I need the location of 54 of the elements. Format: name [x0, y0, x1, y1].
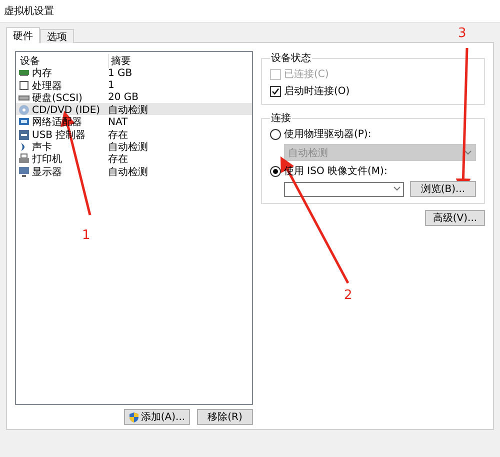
checkbox-label: 已连接(C): [284, 68, 329, 81]
printer-device-icon: [18, 153, 30, 166]
device-row[interactable]: CD/DVD (IDE) 自动检测: [16, 103, 252, 116]
device-name: 声卡: [32, 140, 52, 154]
device-summary: 1 GB: [108, 68, 134, 79]
tab[interactable]: 硬件: [6, 27, 40, 43]
device-summary: 20 GB: [108, 92, 140, 104]
annotation-number: 2: [344, 288, 352, 303]
device-summary: 自动检测: [108, 104, 149, 118]
dropdown-icon: [393, 186, 401, 192]
radio-button[interactable]: [270, 166, 281, 176]
device-summary: 自动检测: [108, 140, 149, 154]
display-device-icon: [18, 166, 30, 178]
radio-button[interactable]: [270, 128, 281, 140]
checkbox-label: 启动时连接(O): [284, 84, 350, 98]
device-name: 处理器: [32, 80, 62, 93]
device-row[interactable]: 处理器 1: [16, 78, 252, 91]
column-header: 摘要: [108, 54, 252, 68]
device-name: 打印机: [32, 152, 62, 166]
device-row[interactable]: 显示器 自动检测: [16, 164, 252, 177]
window-title: 虚拟机设置: [4, 4, 54, 18]
device-summary: NAT: [108, 116, 129, 128]
device-name: 硬盘(SCSI): [32, 92, 82, 105]
dropdown-icon: [464, 150, 472, 156]
usb-device-icon: [18, 128, 30, 141]
device-row[interactable]: 网络适配器 NAT: [16, 115, 252, 128]
device-row[interactable]: 打印机 存在: [16, 152, 252, 165]
device-row[interactable]: 硬盘(SCSI) 20 GB: [16, 90, 252, 104]
advanced-button[interactable]: 高级(V)...: [425, 210, 485, 226]
device-name: 显示器: [32, 166, 62, 179]
device-name: 内存: [32, 66, 52, 80]
device-summary: 1: [108, 80, 116, 92]
cd-device-icon: [18, 104, 30, 116]
remove-button[interactable]: 移除(R): [197, 409, 253, 425]
check-icon: [272, 88, 279, 94]
group-title: 连接: [270, 112, 292, 125]
annotation-number: 3: [458, 26, 466, 41]
device-row[interactable]: 内存 1 GB: [16, 66, 252, 79]
radio-label: 使用物理驱动器(P):: [284, 128, 372, 141]
add-button[interactable]: 添加(A)...: [124, 409, 190, 425]
tab[interactable]: 选项: [40, 29, 74, 43]
device-row[interactable]: 声卡 自动检测: [16, 140, 252, 152]
browse-button[interactable]: 浏览(B)...: [410, 181, 476, 197]
device-summary: 自动检测: [108, 166, 149, 179]
device-name: 网络适配器: [32, 116, 82, 130]
annotation-number: 1: [82, 228, 90, 243]
device-name: CD/DVD (IDE): [32, 104, 100, 116]
device-summary: 存在: [108, 153, 128, 166]
checkbox[interactable]: [270, 86, 281, 96]
iso-path-field[interactable]: [284, 182, 404, 196]
group-title: 设备状态: [270, 52, 312, 65]
column-header: 设备: [19, 55, 41, 68]
device-summary: 存在: [108, 128, 128, 142]
cpu-device-icon: [18, 80, 30, 92]
